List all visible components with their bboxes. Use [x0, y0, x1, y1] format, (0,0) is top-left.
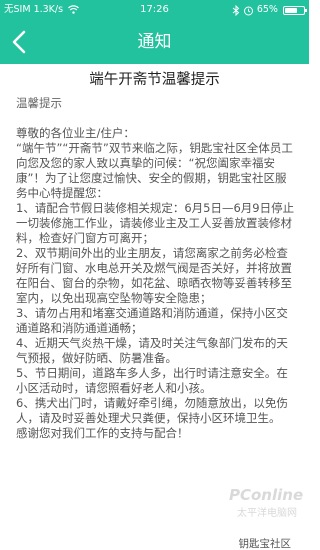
- watermark-subtext: 太平洋电脑网: [237, 508, 297, 519]
- page-title: 通知: [137, 32, 172, 52]
- header-bar: 无SIM 1.3K/s 17:26 65% 通知: [0, 0, 309, 64]
- watermark-logo: PConline 太平洋电脑网: [197, 482, 303, 532]
- article-title: 端午开斋节温馨提示: [89, 72, 220, 88]
- notice-item-5: 5、节日期间，道路车多人多，出行时请注意安全。在小区活动时，请您照看好老人和小孩…: [16, 366, 288, 395]
- greeting-label: 温馨提示: [16, 96, 62, 110]
- notice-item-4: 4、近期天气炎热干燥，请及时关注气象部门发布的天气预报，做好防晒、防暑准备。: [16, 336, 288, 365]
- notice-item-3: 3、请勿占用和堵塞交通道路和消防通道，保持小区交通道路和消防通道通畅；: [16, 306, 288, 335]
- salutation: 尊敬的各位业主/住户：: [16, 126, 135, 140]
- watermark-text: PConline: [229, 486, 304, 504]
- status-bar: 无SIM 1.3K/s 17:26 65%: [0, 0, 309, 20]
- battery-icon: [283, 5, 307, 15]
- closing-thanks: 感谢您对我们工作的支持与配合！: [16, 426, 189, 440]
- notice-item-1: 1、请配合节假日装修相关规定：6月5日—6月9日停止一切装修施工作业，请装修业主…: [16, 201, 295, 245]
- alarm-clock-icon: [243, 6, 253, 15]
- battery-percent: 65%: [256, 4, 278, 15]
- bluetooth-icon: [232, 4, 240, 16]
- battery-level-fill: [285, 7, 297, 13]
- navigation-bar: 通知: [0, 20, 309, 64]
- notice-body: 尊敬的各位业主/住户： “端午节”“开斋节”双节来临之际，钥匙宝社区全体员工向您…: [16, 126, 296, 441]
- intro-paragraph: “端午节”“开斋节”双节来临之际，钥匙宝社区全体员工向您及您的家人致以真挚的问候…: [16, 141, 293, 200]
- notice-item-6: 6、携犬出门时，请戴好牵引绳，勿随意放出，以免伤人，请及时妥善处理犬只粪便，保持…: [16, 396, 288, 425]
- signature: 钥匙宝社区: [238, 538, 292, 550]
- notice-content[interactable]: 端午开斋节温馨提示 温馨提示 尊敬的各位业主/住户： “端午节”“开斋节”双节来…: [0, 64, 309, 550]
- notice-item-2: 2、双节期间外出的业主朋友，请您离家之前务必检查好所有门窗、水电总开关及燃气阀是…: [16, 246, 292, 305]
- status-right: 65%: [232, 0, 307, 21]
